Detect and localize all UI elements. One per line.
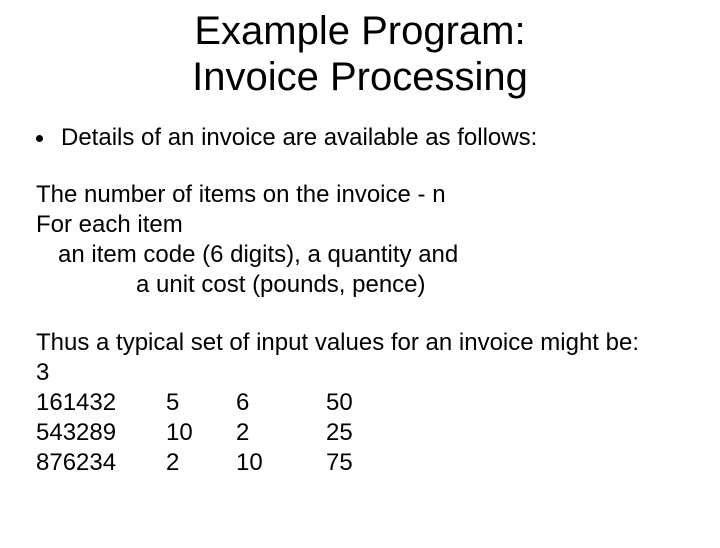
example-block: Thus a typical set of input values for a… <box>36 328 720 478</box>
example-data-table: 161432 5 6 50 543289 10 2 25 876234 2 10… <box>36 388 720 478</box>
slide-title: Example Program: Invoice Processing <box>0 8 720 100</box>
cell-qty: 10 <box>166 418 236 448</box>
desc-line-1: The number of items on the invoice - n <box>36 180 720 210</box>
cell-pence: 75 <box>326 448 396 478</box>
bullet-dot-icon <box>36 135 43 142</box>
cell-pence: 50 <box>326 388 396 418</box>
bullet-item: Details of an invoice are available as f… <box>36 124 720 152</box>
desc-line-2: For each item <box>36 210 720 240</box>
example-intro: Thus a typical set of input values for a… <box>36 328 720 358</box>
bullet-text: Details of an invoice are available as f… <box>61 124 537 152</box>
table-row: 876234 2 10 75 <box>36 448 720 478</box>
cell-code: 161432 <box>36 388 166 418</box>
cell-pounds: 2 <box>236 418 326 448</box>
title-line-1: Example Program: <box>194 9 525 53</box>
example-count: 3 <box>36 358 720 388</box>
cell-code: 543289 <box>36 418 166 448</box>
cell-qty: 2 <box>166 448 236 478</box>
cell-pounds: 10 <box>236 448 326 478</box>
description-block: The number of items on the invoice - n F… <box>36 180 720 300</box>
desc-line-4: a unit cost (pounds, pence) <box>36 270 720 300</box>
table-row: 161432 5 6 50 <box>36 388 720 418</box>
cell-pounds: 6 <box>236 388 326 418</box>
cell-pence: 25 <box>326 418 396 448</box>
desc-line-3: an item code (6 digits), a quantity and <box>36 240 720 270</box>
title-line-2: Invoice Processing <box>192 55 528 99</box>
cell-qty: 5 <box>166 388 236 418</box>
table-row: 543289 10 2 25 <box>36 418 720 448</box>
cell-code: 876234 <box>36 448 166 478</box>
